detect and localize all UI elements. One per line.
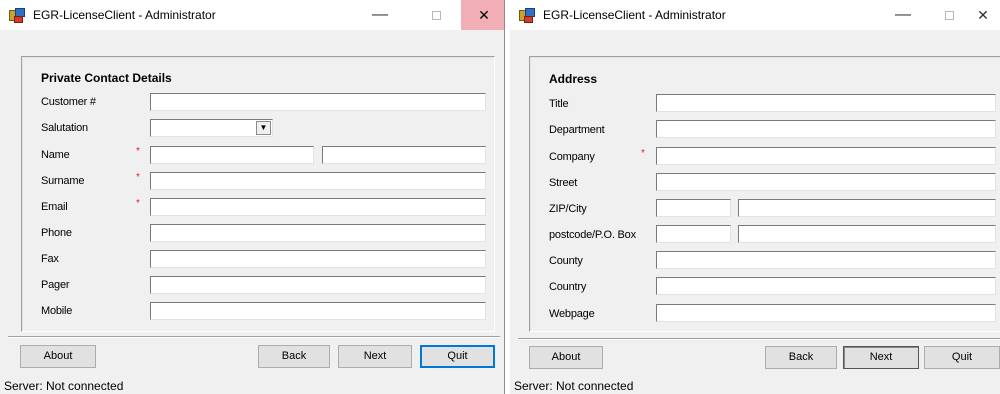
email-label: Email	[41, 201, 68, 213]
mobile-label: Mobile	[41, 305, 73, 317]
egr-license-client-icon	[519, 8, 535, 23]
back-button[interactable]: Back	[258, 345, 330, 368]
status-bar: Server: Not connected	[4, 379, 124, 393]
street-field[interactable]	[656, 173, 996, 191]
minimize-icon[interactable]: —	[880, 0, 926, 30]
county-label: County	[549, 255, 583, 267]
title-label: Title	[549, 98, 569, 110]
department-label: Department	[549, 124, 605, 136]
quit-button[interactable]: Quit	[420, 345, 495, 368]
minimize-icon[interactable]: —	[357, 0, 403, 30]
country-field[interactable]	[656, 277, 996, 295]
about-button[interactable]: About	[20, 345, 96, 368]
salutation-label: Salutation	[41, 122, 88, 134]
fax-field[interactable]	[150, 250, 486, 268]
right-window: EGR-LicenseClient - Administrator — ✕ Ad…	[510, 0, 1000, 394]
about-button[interactable]: About	[529, 346, 603, 369]
middle-name-field[interactable]	[322, 146, 486, 164]
required-marker: *	[136, 198, 140, 209]
title-bar[interactable]: EGR-LicenseClient - Administrator — ✕	[510, 0, 1000, 30]
phone-label: Phone	[41, 227, 72, 239]
city-field[interactable]	[738, 199, 996, 217]
window-title: EGR-LicenseClient - Administrator	[33, 8, 216, 22]
webpage-field[interactable]	[656, 304, 996, 322]
next-button[interactable]: Next	[843, 346, 919, 369]
fax-label: Fax	[41, 253, 59, 265]
maximize-icon[interactable]	[413, 0, 459, 30]
pager-field[interactable]	[150, 276, 486, 294]
postcode-field[interactable]	[656, 225, 731, 243]
email-field[interactable]	[150, 198, 486, 216]
surname-field[interactable]	[150, 172, 486, 190]
status-bar: Server: Not connected	[514, 379, 634, 393]
surname-label: Surname	[41, 175, 85, 187]
close-icon[interactable]: ✕	[960, 0, 1000, 30]
window-title: EGR-LicenseClient - Administrator	[543, 8, 726, 22]
next-button[interactable]: Next	[338, 345, 412, 368]
required-marker: *	[136, 146, 140, 157]
customer-number-label: Customer #	[41, 96, 96, 108]
chevron-down-icon[interactable]: ▼	[256, 121, 271, 135]
customer-number-field[interactable]	[150, 93, 486, 111]
webpage-label: Webpage	[549, 308, 595, 320]
country-label: Country	[549, 281, 587, 293]
section-title: Private Contact Details	[41, 71, 172, 85]
county-field[interactable]	[656, 251, 996, 269]
po-box-field[interactable]	[738, 225, 996, 243]
first-name-field[interactable]	[150, 146, 314, 164]
company-field[interactable]	[656, 147, 996, 165]
separator	[8, 336, 500, 338]
section-title: Address	[549, 72, 598, 86]
mobile-field[interactable]	[150, 302, 486, 320]
phone-field[interactable]	[150, 224, 486, 242]
title-field[interactable]	[656, 94, 996, 112]
close-icon[interactable]: ✕	[461, 0, 504, 30]
back-button[interactable]: Back	[765, 346, 837, 369]
left-window: EGR-LicenseClient - Administrator — ✕ Pr…	[0, 0, 505, 394]
zip-city-label: ZIP/City	[549, 203, 587, 215]
required-marker: *	[641, 148, 645, 159]
separator	[518, 338, 1000, 340]
postcode-po-box-label: postcode/P.O. Box	[549, 229, 636, 241]
department-field[interactable]	[656, 120, 996, 138]
zip-field[interactable]	[656, 199, 731, 217]
quit-button[interactable]: Quit	[924, 346, 1000, 369]
pager-label: Pager	[41, 279, 70, 291]
street-label: Street	[549, 177, 578, 189]
required-marker: *	[136, 172, 140, 183]
salutation-dropdown[interactable]: ▼	[150, 119, 273, 137]
title-bar[interactable]: EGR-LicenseClient - Administrator — ✕	[0, 0, 504, 30]
egr-license-client-icon	[9, 8, 25, 23]
company-label: Company	[549, 151, 595, 163]
name-label: Name	[41, 149, 70, 161]
